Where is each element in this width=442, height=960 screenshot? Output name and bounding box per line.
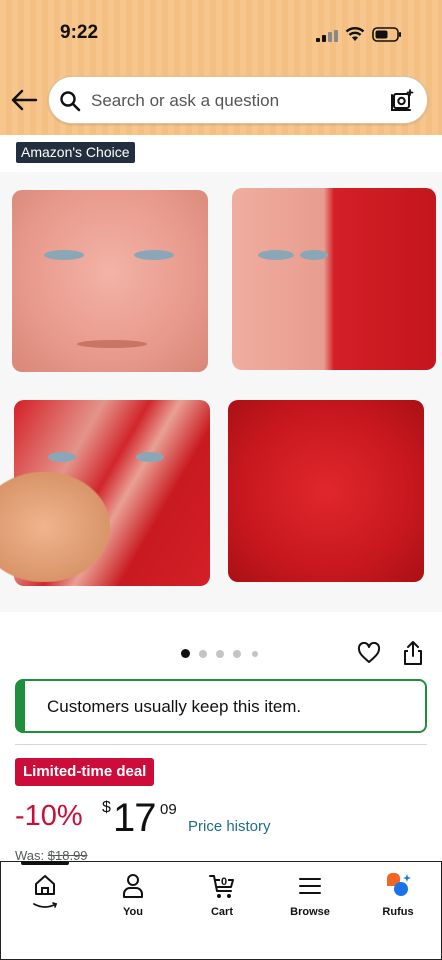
carousel-dot[interactable] [199,650,207,658]
discount-percent: -10% [15,800,83,832]
nav-label-cart: Cart [210,906,233,918]
status-time: 9:22 [60,22,99,43]
product-image[interactable] [0,172,442,612]
user-icon [123,874,143,898]
rufus-icon [387,873,411,896]
divider [15,744,427,745]
nav-label-browse: Browse [290,906,330,918]
nav-browse[interactable]: Browse [270,872,350,918]
face-eye-left [48,452,76,462]
limited-time-deal-badge: Limited-time deal [15,758,155,786]
cellular-signal-icon [316,30,338,42]
face-eye-left [44,250,84,260]
nav-cart[interactable]: 0 Cart [182,872,262,918]
search-input[interactable]: Search or ask a question [91,91,279,111]
keep-item-text: Customers usually keep this item. [47,697,302,716]
smile-arrow-icon [33,902,58,908]
pillow-image-red [228,400,424,582]
active-tab-indicator [21,861,69,865]
nav-you[interactable]: You [93,872,173,918]
nav-label-rufus: Rufus [382,906,414,918]
amazons-choice-badge[interactable]: Amazon's Choice [16,142,135,163]
carousel-dot[interactable] [216,650,224,658]
bottom-navigation: You 0 Cart Browse Rufus [0,861,442,960]
pillow-image-half-flipped [232,188,436,370]
heart-icon[interactable] [357,642,381,664]
face-eye-right [300,250,328,260]
pillow-image-full-face [12,190,208,372]
carousel-dot[interactable] [252,651,258,657]
menu-icon [299,878,321,894]
price-fraction: 09 [160,801,177,818]
cart-count: 0 [221,876,227,888]
nav-home[interactable] [5,872,85,910]
camera-scan-icon[interactable] [389,88,415,114]
cart-icon: 0 [209,875,234,898]
home-icon [35,875,55,895]
face-eye-right [136,452,164,462]
nav-rufus[interactable]: Rufus [358,872,438,918]
face-eye-left [258,250,294,260]
header-area: 9:22 Search or ask a question [0,0,442,135]
back-arrow-icon[interactable] [10,88,38,112]
price-history-link[interactable]: Price history [188,818,271,835]
wifi-icon [345,27,365,41]
price-whole: 17 [113,796,156,840]
share-icon[interactable] [402,640,424,666]
search-icon [60,91,81,112]
search-bar[interactable]: Search or ask a question [48,76,428,124]
keep-item-notice: Customers usually keep this item. [15,679,427,733]
price-currency: $ [102,799,111,816]
hand-image [0,472,110,582]
badge-row: Amazon's Choice [16,142,135,163]
carousel-dot[interactable] [233,650,241,658]
battery-icon [372,27,401,42]
face-mouth [77,340,147,348]
nav-label-you: You [123,906,143,918]
carousel-dot-active[interactable] [181,649,190,658]
status-bar: 9:22 [0,0,442,70]
face-eye-right [134,250,174,260]
